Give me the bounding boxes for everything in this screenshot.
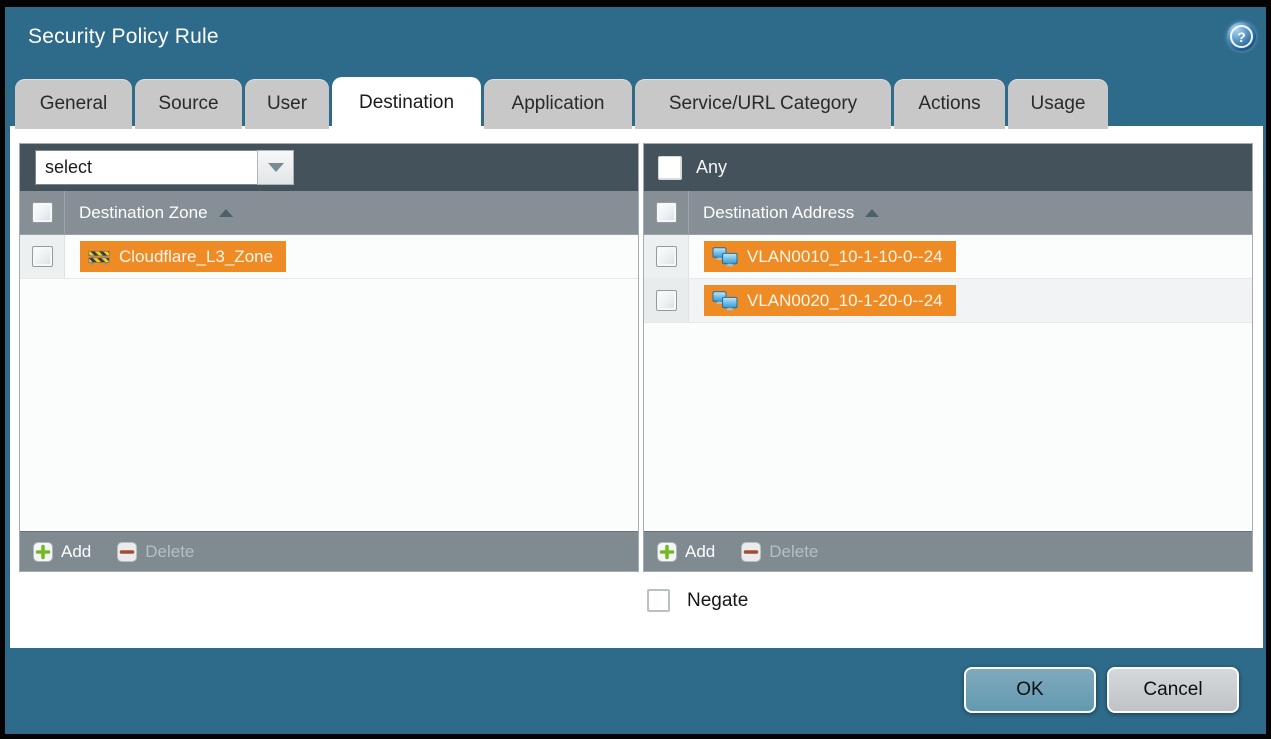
delete-zone-button[interactable]: Delete <box>117 542 194 562</box>
select-all-addresses-checkbox[interactable] <box>656 202 677 223</box>
any-label: Any <box>696 157 727 178</box>
zone-filter-input[interactable] <box>35 150 257 185</box>
sort-ascending-icon <box>219 209 233 217</box>
tab-user[interactable]: User <box>245 79 329 129</box>
zone-row-checkbox[interactable] <box>32 246 53 267</box>
zone-footer: Add Delete <box>20 531 638 571</box>
ok-button[interactable]: OK <box>964 667 1096 713</box>
table-row: Cloudflare_L3_Zone <box>20 235 638 279</box>
destination-address-column-header[interactable]: Destination Address <box>703 203 879 223</box>
select-all-zones-checkbox[interactable] <box>32 202 53 223</box>
address-toolbar: Any <box>644 144 1252 191</box>
zone-item-cloudflare-l3-zone[interactable]: Cloudflare_L3_Zone <box>80 241 286 272</box>
destination-zone-panel: Destination Zone <box>19 143 639 572</box>
zone-column-header-row: Destination Zone <box>20 191 638 235</box>
negate-label: Negate <box>687 590 748 612</box>
plus-icon <box>33 542 53 562</box>
zone-filter-dropdown-button[interactable] <box>257 150 294 185</box>
cancel-button[interactable]: Cancel <box>1107 667 1239 713</box>
zone-icon <box>88 249 110 265</box>
security-policy-rule-dialog: Security Policy Rule ? General Source Us… <box>5 7 1266 734</box>
help-glyph: ? <box>1237 29 1246 45</box>
address-row-checkbox[interactable] <box>656 246 677 267</box>
address-row-checkbox[interactable] <box>656 290 677 311</box>
network-icon <box>712 247 738 267</box>
table-row: VLAN0010_10-1-10-0--24 <box>644 235 1252 279</box>
tab-usage[interactable]: Usage <box>1008 79 1108 129</box>
zone-filter-combo <box>35 150 294 185</box>
address-list: VLAN0010_10-1-10-0--24 <box>644 235 1252 531</box>
sort-ascending-icon <box>865 209 879 217</box>
add-address-button[interactable]: Add <box>657 542 715 562</box>
address-item-vlan0010[interactable]: VLAN0010_10-1-10-0--24 <box>704 241 956 272</box>
tab-service-url-category[interactable]: Service/URL Category <box>635 79 891 129</box>
minus-icon <box>741 542 761 562</box>
plus-icon <box>657 542 677 562</box>
zone-list: Cloudflare_L3_Zone <box>20 235 638 531</box>
tab-general[interactable]: General <box>15 79 132 129</box>
network-icon <box>712 291 738 311</box>
tab-source[interactable]: Source <box>135 79 242 129</box>
screen: Security Policy Rule ? General Source Us… <box>0 0 1271 739</box>
destination-tab-content: Destination Zone <box>10 126 1263 648</box>
delete-address-button[interactable]: Delete <box>741 542 818 562</box>
address-footer: Add Delete <box>644 531 1252 571</box>
add-zone-button[interactable]: Add <box>33 542 91 562</box>
dialog-title: Security Policy Rule <box>28 25 219 49</box>
tab-application[interactable]: Application <box>484 79 632 129</box>
tab-bar: General Source User Destination Applicat… <box>15 77 1108 129</box>
destination-address-panel: Any Destination Address <box>643 143 1253 572</box>
negate-row: Negate <box>647 589 748 612</box>
any-address-checkbox[interactable] <box>658 156 682 180</box>
address-item-vlan0020[interactable]: VLAN0020_10-1-20-0--24 <box>704 285 956 316</box>
chevron-down-icon <box>268 163 284 172</box>
table-row: VLAN0020_10-1-20-0--24 <box>644 279 1252 323</box>
address-column-header-row: Destination Address <box>644 191 1252 235</box>
help-icon[interactable]: ? <box>1227 22 1256 51</box>
zone-toolbar <box>20 144 638 191</box>
minus-icon <box>117 542 137 562</box>
tab-destination[interactable]: Destination <box>332 77 481 129</box>
negate-checkbox[interactable] <box>647 589 670 612</box>
destination-zone-column-header[interactable]: Destination Zone <box>79 203 233 223</box>
tab-actions[interactable]: Actions <box>894 79 1005 129</box>
